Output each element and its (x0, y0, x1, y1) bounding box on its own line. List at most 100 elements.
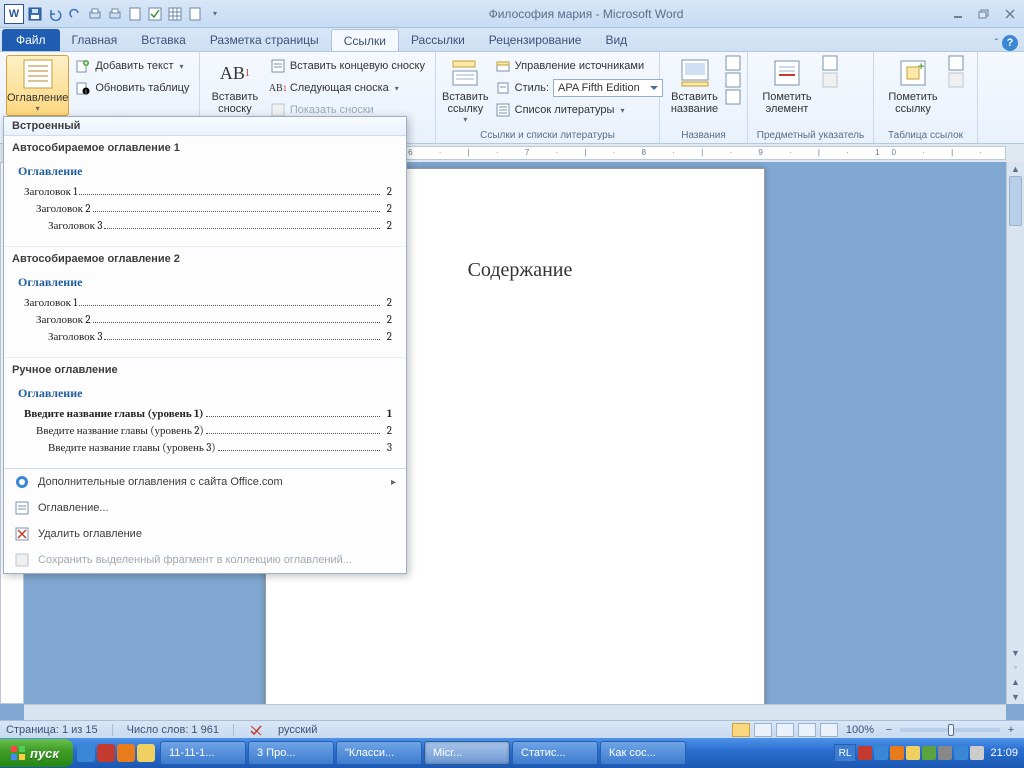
gallery-item-auto2[interactable]: Автособираемое оглавление 2 Оглавление З… (4, 247, 406, 358)
quick-access-toolbar: W ▾ (4, 4, 224, 24)
taskbar-item-0[interactable]: 11-11-1... (160, 741, 246, 765)
undo-icon[interactable] (46, 5, 64, 23)
restore-button[interactable] (974, 7, 994, 21)
taskbar-item-2[interactable]: "Класси... (336, 741, 422, 765)
bibliography-icon (495, 102, 511, 118)
update-table-button[interactable]: !Обновить таблицу (71, 77, 193, 99)
word-count[interactable]: Число слов: 1 961 (127, 724, 219, 736)
tray-icon[interactable] (922, 746, 936, 760)
tab-layout[interactable]: Разметка страницы (198, 29, 331, 51)
zoom-level[interactable]: 100% (846, 724, 874, 736)
next-footnote-button[interactable]: AB1Следующая сноска▾ (266, 77, 429, 99)
quick-print-icon[interactable] (106, 5, 124, 23)
tab-insert[interactable]: Вставка (129, 29, 198, 51)
insert-caption-label: Вставить название (666, 91, 723, 115)
tab-references[interactable]: Ссылки (331, 29, 399, 51)
manage-sources-button[interactable]: Управление источниками (491, 55, 667, 77)
mark-citation-button[interactable]: + Пометить ссылку (880, 55, 946, 117)
add-text-button[interactable]: Добавить текст▾ (71, 55, 193, 77)
close-button[interactable] (1000, 7, 1020, 21)
new-doc-icon[interactable] (126, 5, 144, 23)
prev-page-icon[interactable]: ▲ (1007, 675, 1024, 689)
remove-toc-button[interactable]: Удалить оглавление (4, 521, 406, 547)
tab-file[interactable]: Файл (2, 29, 60, 51)
insert-caption-button[interactable]: Вставить название (666, 55, 723, 117)
fullscreen-view-button[interactable] (754, 723, 772, 737)
update-index-icon[interactable] (822, 72, 838, 88)
taskbar-item-5[interactable]: Как сос... (600, 741, 686, 765)
vertical-scrollbar[interactable]: ▲ ▼ ◦ ▲ ▼ (1006, 162, 1024, 704)
citation-style-control[interactable]: Стиль: APA Fifth Edition (491, 77, 667, 99)
insert-index-icon[interactable] (822, 55, 838, 71)
tab-review[interactable]: Рецензирование (477, 29, 594, 51)
insert-endnote-button[interactable]: Вставить концевую сноску (266, 55, 429, 77)
redo-icon[interactable] (66, 5, 84, 23)
proofing-icon[interactable] (248, 722, 264, 738)
zoom-in-button[interactable]: + (1004, 724, 1018, 736)
cross-ref-icon[interactable] (725, 89, 741, 105)
minimize-ribbon-icon[interactable]: ˆ (995, 38, 998, 49)
insert-citation-button[interactable]: Вставить ссылку ▾ (442, 55, 489, 126)
browse-object-icon[interactable]: ◦ (1007, 660, 1024, 674)
tab-home[interactable]: Главная (60, 29, 130, 51)
gallery-item-manual[interactable]: Ручное оглавление Оглавление Введите наз… (4, 358, 406, 468)
explorer-icon[interactable] (137, 744, 155, 762)
language-indicator-tray[interactable]: RL (834, 744, 857, 762)
taskbar-item-4[interactable]: Статис... (512, 741, 598, 765)
zoom-slider-thumb[interactable] (948, 724, 954, 736)
zoom-slider[interactable] (900, 728, 1000, 732)
custom-toc-button[interactable]: Оглавление... (4, 495, 406, 521)
more-toc-office-button[interactable]: Дополнительные оглавления с сайта Office… (4, 469, 406, 495)
firefox-icon[interactable] (117, 744, 135, 762)
horizontal-scrollbar[interactable] (24, 704, 1006, 720)
mark-index-entry-button[interactable]: Пометить элемент (754, 55, 820, 117)
qat-customize-icon[interactable]: ▾ (206, 5, 224, 23)
paste-special-icon[interactable] (186, 5, 204, 23)
outline-view-button[interactable] (798, 723, 816, 737)
minimize-button[interactable] (948, 7, 968, 21)
save-selection-toc-button: Сохранить выделенный фрагмент в коллекци… (4, 547, 406, 573)
bibliography-button[interactable]: Список литературы▾ (491, 99, 667, 121)
spelling-icon[interactable] (146, 5, 164, 23)
page-indicator[interactable]: Страница: 1 из 15 (6, 724, 98, 736)
scroll-down-icon[interactable]: ▼ (1007, 646, 1024, 660)
tray-icon[interactable] (906, 746, 920, 760)
volume-icon[interactable] (970, 746, 984, 760)
insert-footnote-button[interactable]: AB1 Вставить сноску (206, 55, 264, 117)
ie-icon[interactable] (77, 744, 95, 762)
tray-icon[interactable] (874, 746, 888, 760)
gallery-item-auto1[interactable]: Автособираемое оглавление 1 Оглавление З… (4, 136, 406, 247)
print-layout-view-button[interactable] (732, 723, 750, 737)
web-layout-view-button[interactable] (776, 723, 794, 737)
print-preview-icon[interactable] (86, 5, 104, 23)
zoom-out-button[interactable]: − (882, 724, 896, 736)
taskbar: пуск 11-11-1... 3 Про... "Класси... Micr… (0, 738, 1024, 768)
insert-toa-icon[interactable] (948, 55, 964, 71)
next-page-icon[interactable]: ▼ (1007, 690, 1024, 704)
draft-view-button[interactable] (820, 723, 838, 737)
tab-mailings[interactable]: Рассылки (399, 29, 477, 51)
toc-button[interactable]: Оглавление ▾ (6, 55, 69, 116)
start-button[interactable]: пуск (0, 739, 73, 767)
scroll-thumb[interactable] (1009, 176, 1022, 226)
update-toa-icon[interactable] (948, 72, 964, 88)
tray-icon[interactable] (954, 746, 968, 760)
scroll-up-icon[interactable]: ▲ (1007, 162, 1024, 176)
opera-icon[interactable] (97, 744, 115, 762)
taskbar-item-word[interactable]: Micr... (424, 741, 510, 765)
style-dropdown[interactable]: APA Fifth Edition (553, 79, 663, 97)
help-icon[interactable]: ? (1002, 35, 1018, 51)
clock[interactable]: 21:09 (990, 747, 1018, 759)
taskbar-item-1[interactable]: 3 Про... (248, 741, 334, 765)
update-tof-icon[interactable] (725, 72, 741, 88)
tray-icon[interactable] (890, 746, 904, 760)
insert-tof-icon[interactable] (725, 55, 741, 71)
tray-icon[interactable] (858, 746, 872, 760)
tab-view[interactable]: Вид (593, 29, 639, 51)
save-icon[interactable] (26, 5, 44, 23)
language-indicator[interactable]: русский (278, 724, 317, 736)
caption-icon (679, 57, 711, 89)
table-icon[interactable] (166, 5, 184, 23)
update-table-icon: ! (75, 80, 91, 96)
tray-icon[interactable] (938, 746, 952, 760)
